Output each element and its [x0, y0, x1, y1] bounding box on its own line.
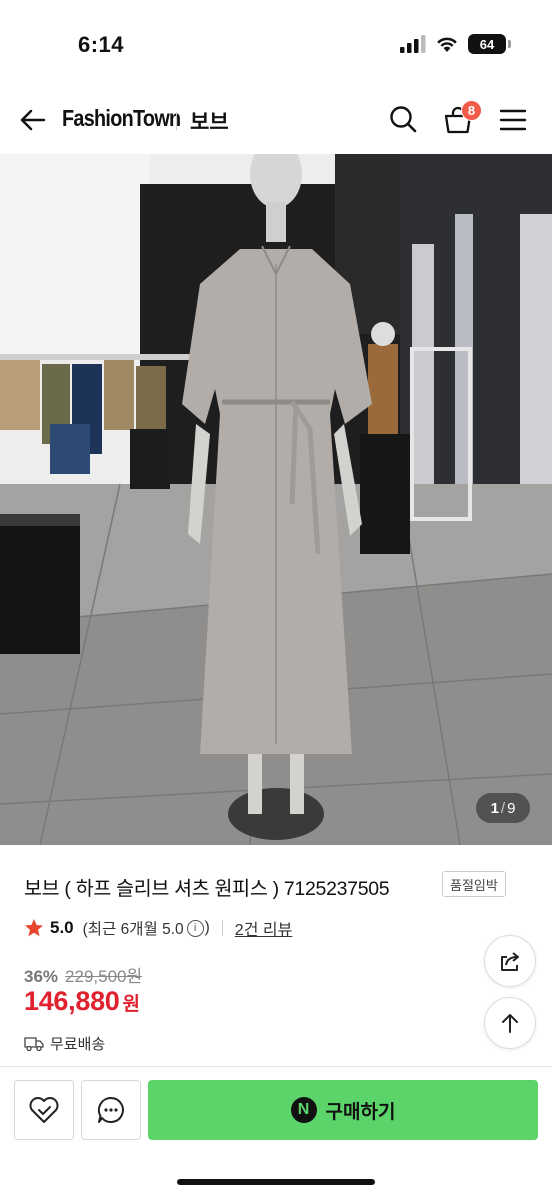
shipping-row: 무료배송 — [24, 1033, 105, 1054]
buy-button[interactable]: N 구매하기 — [148, 1080, 538, 1140]
product-title: 보브 ( 하프 슬리브 셔츠 원피스 ) 7125237505 — [24, 878, 390, 900]
arrow-up-icon — [502, 1014, 518, 1033]
info-icon[interactable]: i — [186, 919, 204, 937]
brand-logo[interactable]: FashionTown — [62, 105, 181, 132]
share-button[interactable] — [484, 935, 536, 987]
discount-rate: 36% — [24, 967, 59, 986]
back-arrow-icon[interactable] — [18, 105, 48, 135]
image-counter: 1 / 9 — [476, 793, 530, 823]
truck-icon — [24, 1036, 44, 1051]
price-currency: 원 — [122, 994, 140, 1015]
scroll-top-button[interactable] — [484, 997, 536, 1049]
shipping-label: 무료배송 — [50, 1036, 106, 1053]
search-icon[interactable] — [388, 104, 418, 134]
status-badge: 품절임박 — [442, 871, 506, 897]
review-count-link[interactable]: 2건 리뷰 — [235, 916, 293, 940]
naver-pay-icon: N — [290, 1097, 317, 1123]
battery-indicator: 64 — [468, 34, 511, 54]
product-photo — [0, 154, 552, 845]
signal-icon — [400, 35, 426, 53]
status-icons: 64 — [400, 34, 511, 54]
image-counter-current: 1 — [490, 799, 499, 817]
sale-price: 146,880 — [24, 986, 120, 1016]
rating-paren-close: ) — [204, 919, 210, 936]
status-bar: 6:14 64 — [0, 0, 552, 80]
shop-name[interactable]: 보브 — [190, 106, 229, 136]
discount-row: 36% 229,500원 — [24, 962, 142, 987]
wifi-icon — [437, 37, 457, 52]
home-indicator — [177, 1179, 375, 1185]
app-header: FashionTown 보브 8 — [0, 88, 552, 152]
heart-icon — [29, 1097, 59, 1123]
price-row: 146,880 원 — [24, 986, 140, 1017]
header-divider — [176, 112, 177, 130]
chat-button[interactable] — [81, 1080, 141, 1140]
rating-value: 5.0 — [50, 918, 74, 937]
rating-divider — [221, 920, 223, 936]
buy-button-label: 구매하기 — [325, 1101, 396, 1123]
share-icon — [501, 952, 519, 971]
status-time: 6:14 — [78, 32, 125, 57]
menu-icon[interactable] — [498, 106, 528, 134]
image-counter-separator: / — [500, 799, 506, 817]
rating-row: 5.0 (최근 6개월 5.0 i ) 2건 리뷰 — [24, 916, 292, 940]
image-counter-total: 9 — [507, 799, 516, 817]
original-price: 229,500원 — [65, 967, 143, 986]
wishlist-button[interactable] — [14, 1080, 74, 1140]
chat-icon — [97, 1096, 124, 1123]
product-image-gallery[interactable]: 1 / 9 — [0, 154, 552, 845]
rating-recent: (최근 6개월 5.0 — [82, 921, 184, 938]
star-icon — [25, 919, 43, 937]
cart-count-badge: 8 — [461, 100, 482, 121]
